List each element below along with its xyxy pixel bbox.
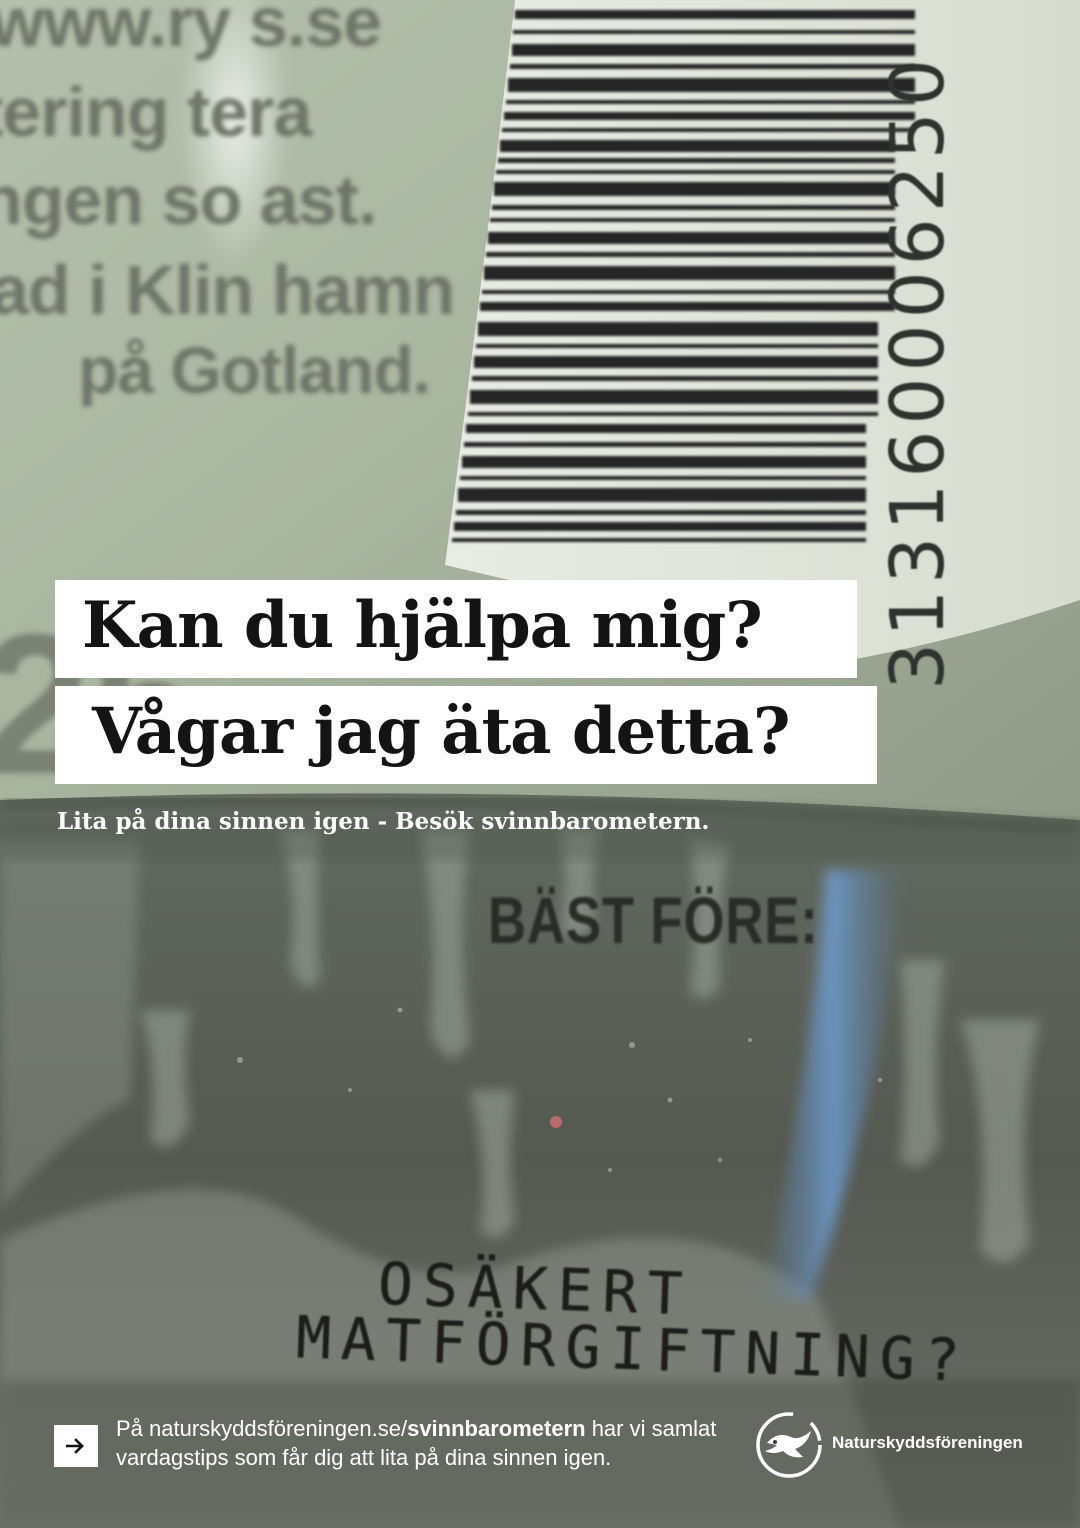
package-text-line: på Gotland. <box>78 333 431 407</box>
best-before-label: BÄST FÖRE: <box>488 883 819 957</box>
footer-text: På naturskyddsföreningen.se/svinnbaromet… <box>116 1414 756 1472</box>
footer-text-prefix: På naturskyddsföreningen.se/ <box>116 1416 408 1441</box>
footer-link-svinnbarometern[interactable]: svinnbarometern <box>407 1416 586 1441</box>
arrow-link-button[interactable] <box>54 1425 98 1467</box>
barcode-number: 313160006250 <box>875 53 961 690</box>
poster: www.ry s.se tering tera ngen so ast. ad … <box>0 0 1080 1528</box>
tagline: Lita på dina sinnen igen - Besök svinnba… <box>57 808 710 835</box>
headline-line-1: Kan du hjälpa mig? <box>82 588 763 663</box>
headline-line-2: Vågar jag äta detta? <box>92 694 790 769</box>
brand-name: Naturskyddsföreningen <box>832 1433 1023 1452</box>
package-text-line: www.ry s.se <box>0 0 382 61</box>
package-text-line: ngen so ast. <box>0 161 377 239</box>
package-text-line: tering tera <box>0 73 312 151</box>
naturskyddsforeningen-logo-icon <box>756 1412 822 1478</box>
arrow-right-icon <box>66 1438 84 1454</box>
package-text-line: ad i Klin hamn <box>0 251 455 329</box>
